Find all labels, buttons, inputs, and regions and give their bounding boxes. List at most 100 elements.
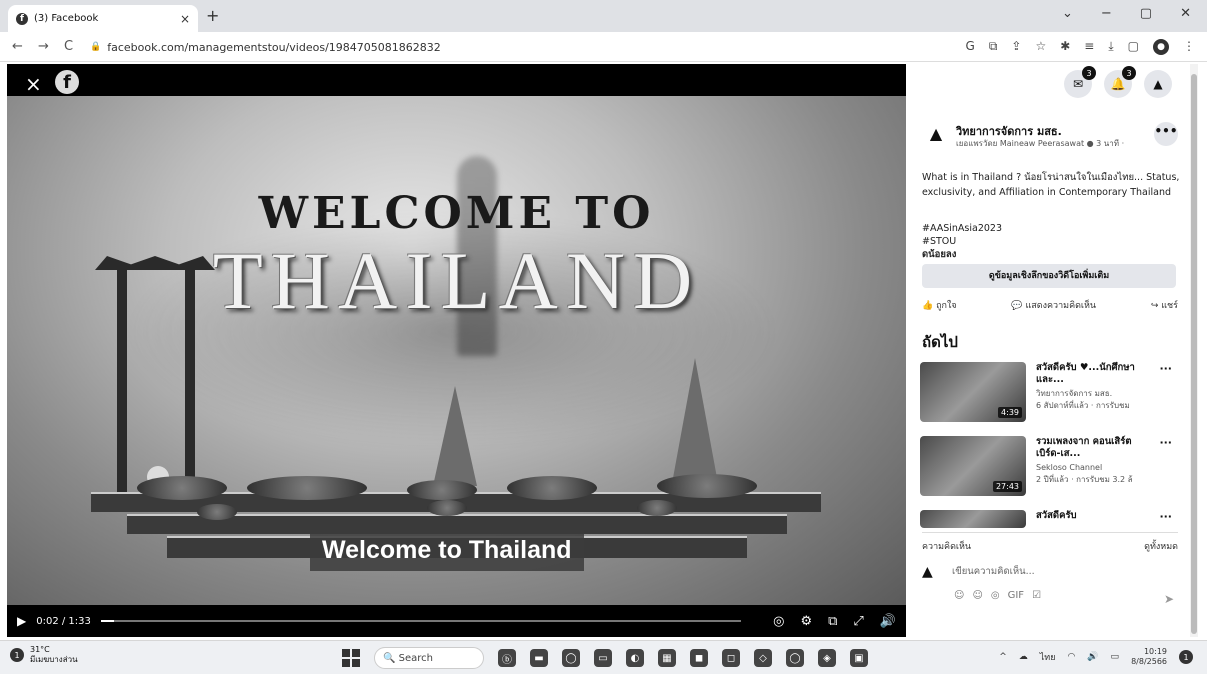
facebook-logo-icon[interactable]: f <box>55 70 79 94</box>
taskbar-search[interactable]: 🔍 Search <box>374 647 484 669</box>
gif-icon[interactable]: GIF <box>1008 590 1024 601</box>
like-button[interactable]: 👍 ถูกใจ <box>922 298 957 312</box>
shrub <box>507 476 597 500</box>
post-meta: เยอแพรวัดย Maineaw Peerasawat ● 3 นาที · <box>956 139 1125 148</box>
list-item[interactable]: 4:39 สวัสดีครับ ♥...นักศึกษาและ... วิทยา… <box>920 362 1176 424</box>
camera-icon[interactable]: ◎ <box>991 590 1000 601</box>
wifi-icon[interactable]: ◠ <box>1067 652 1075 662</box>
hashtag-link[interactable]: #STOU <box>922 235 1002 248</box>
share-icon[interactable]: ⇪ <box>1011 39 1021 55</box>
avatar-sticker-icon[interactable]: ☺ <box>954 590 964 601</box>
app-icon[interactable]: ◯ <box>786 649 804 667</box>
tab-search-icon[interactable]: ⌄ <box>1062 6 1073 21</box>
volume-icon[interactable]: 🔊 <box>880 614 896 629</box>
tab-title: (3) Facebook <box>34 13 99 24</box>
panel-top-icons: ✉ 3 🔔 3 ▲ <box>1064 66 1172 98</box>
close-window-button[interactable]: ✕ <box>1180 6 1191 21</box>
download-icon[interactable]: ⤓ <box>1108 39 1113 55</box>
see-all-link[interactable]: ดูทั้งหมด <box>1144 539 1178 553</box>
app-icon[interactable]: ◼ <box>690 649 708 667</box>
comment-button[interactable]: 💬 แสดงความคิดเห็น <box>1011 298 1096 312</box>
video-title[interactable]: สวัสดีครับ ♥...นักศึกษาและ... <box>1036 362 1154 386</box>
share-button[interactable]: ↪ แชร์ <box>1151 298 1178 312</box>
reading-list-icon[interactable]: ≡ <box>1084 39 1094 55</box>
video-title[interactable]: รวมเพลงจาก คอนเสิร์ต เบิร์ด-เส... <box>1036 436 1154 460</box>
volume-icon[interactable]: 🔊 <box>1087 652 1098 662</box>
cast-icon[interactable]: ⧉ <box>989 39 998 55</box>
tab-close-icon[interactable]: × <box>180 12 190 26</box>
back-button[interactable]: ← <box>12 39 23 54</box>
post-more-button[interactable]: ••• <box>1154 122 1178 146</box>
comment-tools: ☺ ☺ ◎ GIF ☑ <box>954 590 1041 601</box>
onedrive-icon[interactable]: ☁ <box>1019 652 1028 662</box>
list-item[interactable]: 27:43 รวมเพลงจาก คอนเสิร์ต เบิร์ด-เส... … <box>920 436 1176 498</box>
clock[interactable]: 10:19 8/8/2566 <box>1131 647 1167 667</box>
reload-button[interactable]: C <box>64 39 73 54</box>
edge-browser-icon[interactable]: ◐ <box>626 649 644 667</box>
comment-input[interactable]: เขียนความคิดเห็น... <box>952 564 1035 579</box>
close-icon[interactable]: × <box>25 72 42 96</box>
video-thumbnail[interactable] <box>920 510 1026 528</box>
minimize-button[interactable]: − <box>1101 6 1112 21</box>
page-logo-icon[interactable]: ▲ <box>922 124 950 152</box>
app-icon[interactable]: ◻ <box>722 649 740 667</box>
battery-icon[interactable]: ▭ <box>1111 652 1120 662</box>
profile-icon[interactable]: ▲ <box>1144 70 1172 98</box>
panel-scrollbar[interactable] <box>1190 64 1198 637</box>
notification-badge[interactable]: 1 <box>1179 650 1193 664</box>
chat-app-icon[interactable]: ◯ <box>562 649 580 667</box>
send-icon[interactable]: ➤ <box>1164 592 1174 606</box>
fullscreen-icon[interactable]: ⤢ <box>853 614 863 629</box>
chrome-browser-icon[interactable]: ◈ <box>818 649 836 667</box>
shrub <box>407 480 477 500</box>
scrollbar-thumb[interactable] <box>1191 74 1197 634</box>
video-title[interactable]: สวัสดีครับ <box>1036 510 1154 522</box>
hashtag-link[interactable]: #AASinAsia2023 <box>922 222 1002 235</box>
bookmark-star-icon[interactable]: ☆ <box>1035 39 1046 55</box>
video-thumbnail[interactable]: 27:43 <box>920 436 1026 496</box>
url-field[interactable]: 🔒 facebook.com/managementstou/videos/198… <box>90 37 930 57</box>
forward-button[interactable]: → <box>38 39 49 54</box>
sticker-icon[interactable]: ☑ <box>1032 590 1041 601</box>
facebook-favicon-icon: f <box>16 12 28 25</box>
chevron-up-icon[interactable]: ^ <box>999 652 1007 662</box>
browser-tab[interactable]: f (3) Facebook × <box>8 5 198 32</box>
video-more-button[interactable]: ··· <box>1159 362 1172 375</box>
play-button[interactable]: ▶ <box>17 614 26 628</box>
video-insights-button[interactable]: ดูข้อมูลเชิงลึกของวิดีโอเพิ่มเติม <box>922 264 1176 288</box>
weather-widget[interactable]: 1 31°C มีเมฆบางส่วน <box>10 645 78 665</box>
menu-icon[interactable]: ⋮ <box>1183 39 1195 55</box>
video-player[interactable]: × f WELCOME TO THAILAND Welcome to Thail… <box>7 64 906 637</box>
new-tab-button[interactable]: + <box>206 6 219 25</box>
extensions-icon[interactable]: ✱ <box>1060 39 1070 55</box>
video-thumbnail[interactable]: 4:39 <box>920 362 1026 422</box>
list-item[interactable]: สวัสดีครับ ··· <box>920 510 1176 528</box>
video-progress-bar[interactable] <box>100 620 742 622</box>
comments-header: ความคิดเห็น ดูทั้งหมด <box>922 532 1178 553</box>
video-more-button[interactable]: ··· <box>1159 436 1172 449</box>
bing-app-icon[interactable]: ⓑ <box>498 649 516 667</box>
start-button[interactable] <box>342 649 360 667</box>
app-icon[interactable]: ◇ <box>754 649 772 667</box>
search-label: Search <box>398 652 433 664</box>
video-progress-fill <box>100 620 114 622</box>
video-more-button[interactable]: ··· <box>1159 510 1172 523</box>
app-icon[interactable]: ▣ <box>850 649 868 667</box>
maximize-button[interactable]: ▢ <box>1140 6 1152 21</box>
store-app-icon[interactable]: ▦ <box>658 649 676 667</box>
see-less-link[interactable]: ดน้อยลง <box>922 249 956 260</box>
profile-avatar[interactable]: ● <box>1153 39 1169 55</box>
file-explorer-icon[interactable]: ▭ <box>594 649 612 667</box>
video-duration: 4:39 <box>998 407 1022 418</box>
taskview-icon[interactable]: ▬ <box>530 649 548 667</box>
thumbs-up-icon: 👍 <box>922 301 937 311</box>
miniplayer-icon[interactable]: ⧉ <box>828 614 837 629</box>
emoji-icon[interactable]: ☺ <box>972 590 982 601</box>
settings-gear-icon[interactable]: ⚙ <box>800 614 812 629</box>
captions-icon[interactable]: ◎ <box>773 614 784 629</box>
language-indicator[interactable]: ไทย <box>1040 650 1056 664</box>
google-icon[interactable]: G <box>966 39 975 55</box>
notifications-icon[interactable]: 🔔 3 <box>1104 66 1136 98</box>
messenger-icon[interactable]: ✉ 3 <box>1064 66 1096 98</box>
sidepanel-icon[interactable]: ▢ <box>1128 39 1139 55</box>
